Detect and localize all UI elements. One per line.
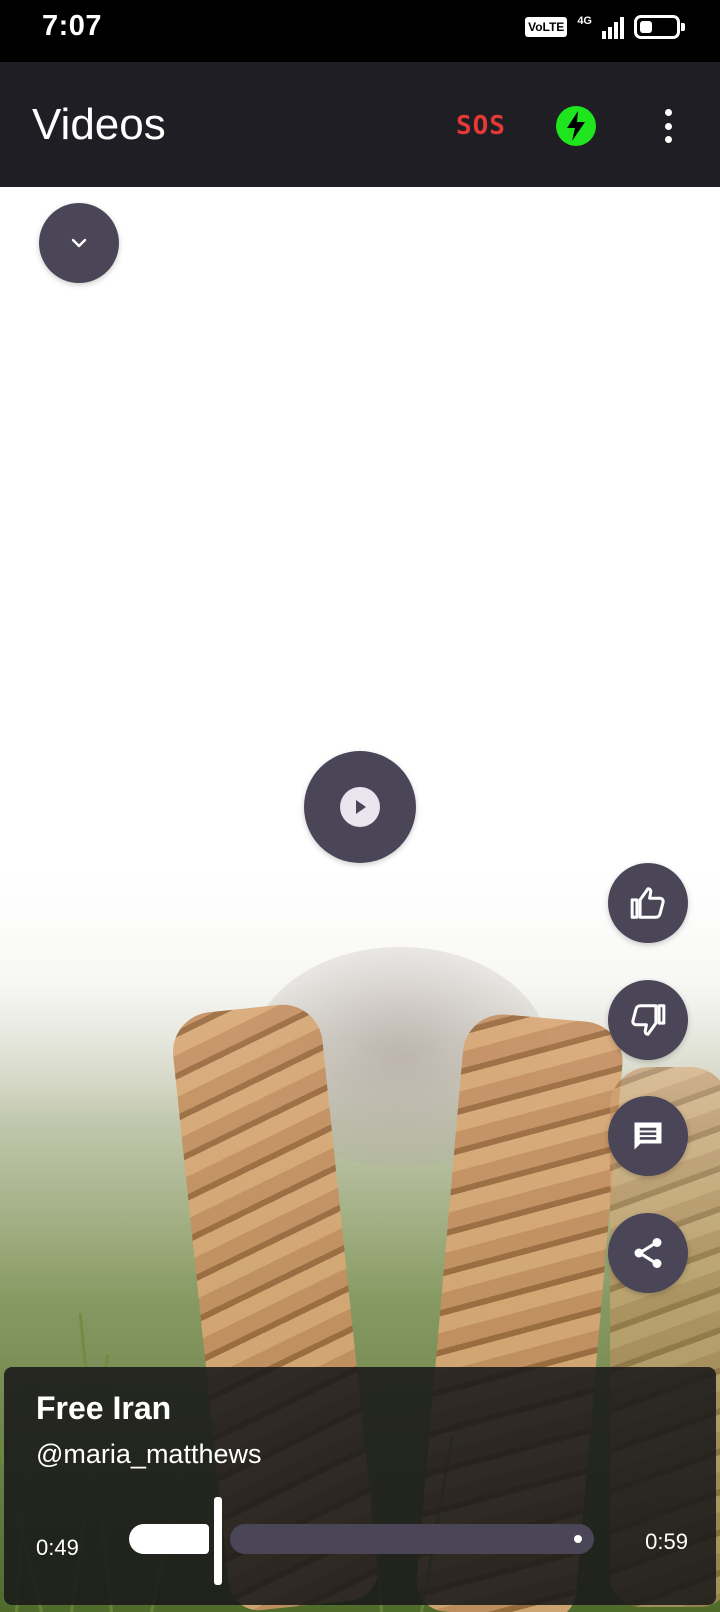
status-icons: VoLTE 4G [525,12,685,42]
track-end-dot [574,1535,582,1543]
lightning-bolt-icon[interactable] [556,106,596,146]
video-title: Free Iran [36,1390,172,1426]
volte-indicator: VoLTE [525,17,568,37]
more-vertical-icon[interactable] [658,106,678,146]
share-icon [634,1238,662,1268]
thumb-down-icon [631,1004,666,1036]
chevron-down-icon [71,238,87,248]
app-bar: Videos SOS [0,62,720,187]
status-bar: 7:07 VoLTE 4G [0,0,720,62]
current-time: 0:49 [36,1535,79,1560]
seek-track[interactable] [230,1524,594,1554]
comment-icon [634,1122,662,1150]
like-button[interactable] [608,863,688,943]
progress-fill[interactable] [129,1524,209,1554]
video-info-panel: Free Iran @maria_matthews 0:49 0:59 [4,1367,716,1605]
play-button[interactable] [304,751,416,863]
battery-icon [634,15,685,39]
page-title: Videos [32,100,166,149]
network-type: 4G [577,14,592,27]
play-icon [340,787,380,827]
comment-button[interactable] [608,1096,688,1176]
status-time: 7:07 [42,10,103,42]
collapse-button[interactable] [39,203,119,283]
signal-icon [602,15,624,39]
share-button[interactable] [608,1213,688,1293]
sos-button[interactable]: SOS [456,111,506,141]
video-author[interactable]: @maria_matthews [36,1439,261,1470]
seek-thumb[interactable] [214,1497,222,1585]
video-duration: 0:59 [645,1529,688,1554]
dislike-button[interactable] [608,980,688,1060]
thumb-up-icon [630,887,665,919]
